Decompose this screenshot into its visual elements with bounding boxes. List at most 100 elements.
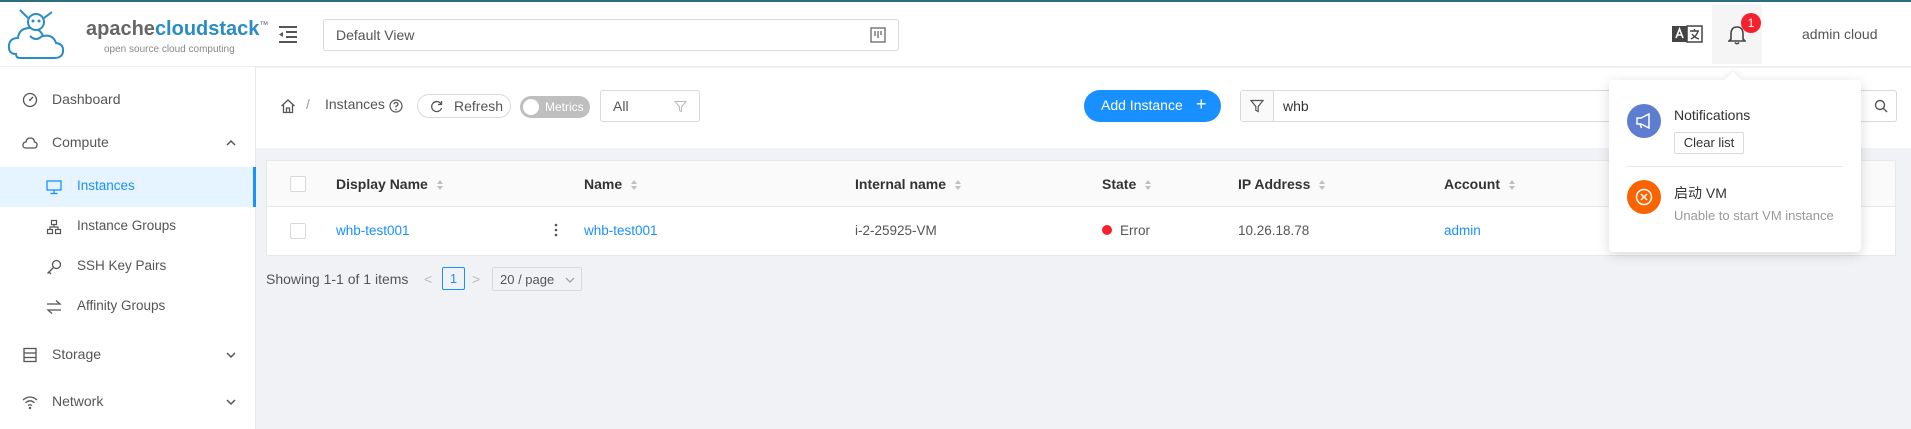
select-all-checkbox[interactable]	[290, 176, 306, 192]
sidebar-item-label: Instances	[77, 178, 135, 193]
user-menu[interactable]: admin cloud	[1802, 26, 1878, 42]
logo-brand: cloudstack	[154, 18, 260, 40]
breadcrumb-current: Instances	[325, 96, 385, 112]
refresh-button[interactable]: Refresh	[417, 94, 511, 118]
reload-icon	[431, 100, 443, 113]
app-logo[interactable]: apachecloudstack™ open source cloud comp…	[6, 8, 268, 64]
add-instance-label: Add Instance	[1101, 97, 1183, 113]
instance-name-link[interactable]: whb-test001	[584, 223, 658, 238]
sidebar-item-ssh-key-pairs[interactable]: SSH Key Pairs	[0, 247, 256, 287]
funnel-icon	[674, 100, 687, 113]
sidebar-item-label: SSH Key Pairs	[77, 258, 167, 273]
error-status-dot	[1102, 225, 1112, 236]
home-icon[interactable]	[280, 98, 296, 114]
sort-icon	[1509, 180, 1515, 191]
column-header-internal-name[interactable]: Internal name	[855, 176, 962, 192]
chevron-down-icon	[226, 352, 236, 359]
logo-trademark: ™	[259, 19, 269, 30]
notifications-button[interactable]: 1	[1712, 4, 1762, 64]
menu-fold-button[interactable]	[277, 24, 299, 44]
column-label: Name	[584, 176, 623, 192]
prev-page-button[interactable]: <	[424, 271, 432, 287]
sidebar-item-dashboard[interactable]: Dashboard	[0, 80, 256, 120]
account-link[interactable]: admin	[1444, 223, 1481, 238]
display-name-link[interactable]: whb-test001	[336, 223, 410, 238]
desktop-icon	[46, 180, 62, 195]
sidebar-item-instance-groups[interactable]: Instance Groups	[0, 207, 256, 247]
sort-icon	[955, 180, 962, 191]
sidebar-item-compute[interactable]: Compute	[0, 123, 256, 163]
column-header-account[interactable]: Account	[1444, 176, 1516, 192]
sidebar: Dashboard Compute Instances Instance Gro…	[0, 67, 256, 429]
sidebar-item-storage[interactable]: Storage	[0, 335, 256, 375]
database-icon	[23, 347, 37, 363]
sort-icon	[436, 180, 443, 191]
column-label: Internal name	[855, 176, 947, 192]
state-label: Error	[1120, 223, 1150, 238]
next-page-button[interactable]: >	[472, 271, 480, 287]
chevron-down-icon	[226, 399, 236, 406]
notifications-title: Notifications	[1674, 107, 1751, 123]
wifi-icon	[22, 396, 38, 410]
sidebar-item-label: Dashboard	[52, 91, 121, 107]
sort-icon	[631, 180, 638, 191]
logo-prefix: apache	[86, 18, 155, 40]
dashboard-icon	[22, 92, 38, 108]
cloudmonkey-logo-icon	[7, 9, 65, 59]
notification-item-description: Unable to start VM instance	[1674, 208, 1834, 223]
column-header-name[interactable]: Name	[584, 176, 638, 192]
notification-count-badge: 1	[1741, 13, 1761, 33]
sidebar-item-label: Network	[52, 393, 104, 409]
column-label: Account	[1444, 176, 1500, 192]
search-button[interactable]	[1866, 91, 1896, 121]
menu-fold-icon	[279, 26, 297, 43]
project-view-select[interactable]: Default View	[323, 19, 899, 51]
column-label: IP Address	[1238, 176, 1311, 192]
logo-tagline: open source cloud computing	[104, 44, 235, 55]
more-actions-icon[interactable]	[553, 221, 559, 239]
top-header: apachecloudstack™ open source cloud comp…	[0, 2, 1911, 67]
notification-item-title[interactable]: 启动 VM	[1674, 183, 1727, 203]
search-icon	[1874, 99, 1888, 113]
plus-icon: +	[1196, 94, 1207, 114]
sidebar-item-network[interactable]: Network	[0, 382, 256, 422]
language-switch-button[interactable]	[1672, 24, 1704, 44]
metrics-toggle[interactable]: Metrics	[520, 96, 590, 118]
row-checkbox[interactable]	[290, 223, 306, 239]
breadcrumb-separator: /	[306, 96, 310, 112]
sidebar-item-instances[interactable]: Instances	[0, 167, 256, 207]
notification-avatar	[1627, 104, 1661, 138]
close-circle-icon	[1635, 188, 1653, 206]
column-header-ip-address[interactable]: IP Address	[1238, 176, 1326, 192]
filter-select[interactable]: All	[600, 90, 700, 122]
sidebar-item-affinity-groups[interactable]: Affinity Groups	[0, 287, 256, 327]
page-1-button[interactable]: 1	[442, 267, 465, 290]
swap-icon	[46, 300, 62, 314]
page-size-select[interactable]: 20 / page	[492, 267, 582, 291]
cluster-icon	[46, 219, 62, 235]
search-filter-button[interactable]	[1241, 91, 1274, 121]
key-icon	[47, 259, 62, 275]
logo-wordmark: apachecloudstack™	[86, 18, 268, 41]
clear-list-button[interactable]: Clear list	[1674, 132, 1744, 154]
pagination-summary: Showing 1-1 of 1 items	[266, 271, 409, 287]
column-header-display-name[interactable]: Display Name	[336, 176, 444, 192]
state-cell: Error	[1102, 223, 1150, 238]
chevron-down-icon	[565, 277, 575, 283]
column-header-state[interactable]: State	[1102, 176, 1152, 192]
project-view-value: Default View	[336, 27, 415, 43]
question-circle-icon[interactable]	[389, 99, 403, 113]
toggle-knob	[523, 99, 539, 115]
translate-icon	[1672, 25, 1703, 43]
filter-icon	[1250, 99, 1264, 113]
metrics-label: Metrics	[545, 100, 584, 114]
error-avatar	[1627, 180, 1661, 214]
sort-icon	[1145, 180, 1152, 191]
divider	[1627, 166, 1843, 167]
notifications-popover: Notifications Clear list 启动 VM Unable to…	[1609, 71, 1861, 252]
add-instance-button[interactable]: Add Instance +	[1084, 90, 1221, 122]
sidebar-item-label: Affinity Groups	[77, 298, 166, 313]
sort-icon	[1319, 180, 1326, 191]
filter-value: All	[613, 98, 629, 114]
sidebar-item-label: Instance Groups	[77, 218, 177, 233]
